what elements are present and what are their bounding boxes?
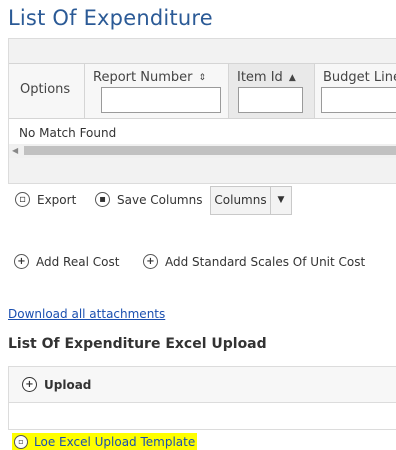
horizontal-scrollbar[interactable]: ◀ <box>9 144 396 158</box>
report-number-filter-input[interactable] <box>101 87 221 113</box>
add-real-cost-button[interactable]: + Add Real Cost <box>14 254 119 269</box>
plus-icon: + <box>14 254 29 269</box>
grid-body: Options Report Number ⇕ Item Id ▲ Budget L… <box>9 63 396 158</box>
upload-label: Upload <box>44 377 92 392</box>
save-columns-button[interactable]: ▪ Save Columns <box>95 192 202 207</box>
column-label-options: Options <box>20 82 71 97</box>
item-id-filter-input[interactable] <box>238 87 303 113</box>
upload-panel-header: + Upload <box>9 367 396 403</box>
columns-dropdown[interactable]: Columns ▼ <box>210 186 292 215</box>
column-label-item-id[interactable]: Item Id <box>237 70 283 85</box>
save-icon: ▪ <box>95 192 110 207</box>
save-columns-label: Save Columns <box>117 192 203 207</box>
expenditure-grid: Options Report Number ⇕ Item Id ▲ Budget L… <box>8 38 396 184</box>
upload-panel: + Upload <box>8 366 396 430</box>
caret-down-icon[interactable]: ▼ <box>271 187 291 214</box>
excel-template-link[interactable]: ▫ Loe Excel Upload Template <box>12 433 198 450</box>
grid-header-row: Options Report Number ⇕ Item Id ▲ Budget L… <box>9 64 396 119</box>
empty-message: No Match Found <box>19 126 117 140</box>
sort-ascending-icon[interactable]: ▲ <box>289 73 296 83</box>
page-title: List Of Expenditure <box>8 6 213 30</box>
export-label: Export <box>37 192 77 207</box>
column-header-options: Options <box>9 64 85 118</box>
plus-icon: + <box>143 254 158 269</box>
column-header-budget-line[interactable]: Budget Line <box>315 64 396 118</box>
upload-button[interactable]: + Upload <box>22 377 91 392</box>
column-header-report-number[interactable]: Report Number ⇕ <box>85 64 229 118</box>
sort-both-icon[interactable]: ⇕ <box>198 73 206 83</box>
column-header-item-id[interactable]: Item Id ▲ <box>229 64 315 118</box>
add-real-cost-label: Add Real Cost <box>36 254 120 269</box>
export-button[interactable]: ▫ Export <box>15 192 76 207</box>
budget-line-filter-input[interactable] <box>321 87 396 113</box>
plus-icon: + <box>22 377 37 392</box>
download-all-attachments-link[interactable]: Download all attachments <box>8 307 165 321</box>
scroll-left-icon[interactable]: ◀ <box>12 146 18 155</box>
scrollbar-thumb[interactable] <box>24 146 396 155</box>
columns-dropdown-label[interactable]: Columns <box>211 187 271 214</box>
add-standard-scales-button[interactable]: + Add Standard Scales Of Unit Cost <box>143 254 365 269</box>
document-icon: ▫ <box>14 434 28 449</box>
column-label-budget-line[interactable]: Budget Line <box>323 70 396 85</box>
excel-template-label[interactable]: Loe Excel Upload Template <box>34 435 195 449</box>
upload-section-title: List Of Expenditure Excel Upload <box>8 336 267 352</box>
add-standard-scales-label: Add Standard Scales Of Unit Cost <box>165 254 366 269</box>
export-icon: ▫ <box>15 192 30 207</box>
column-label-report-number[interactable]: Report Number <box>93 70 192 85</box>
